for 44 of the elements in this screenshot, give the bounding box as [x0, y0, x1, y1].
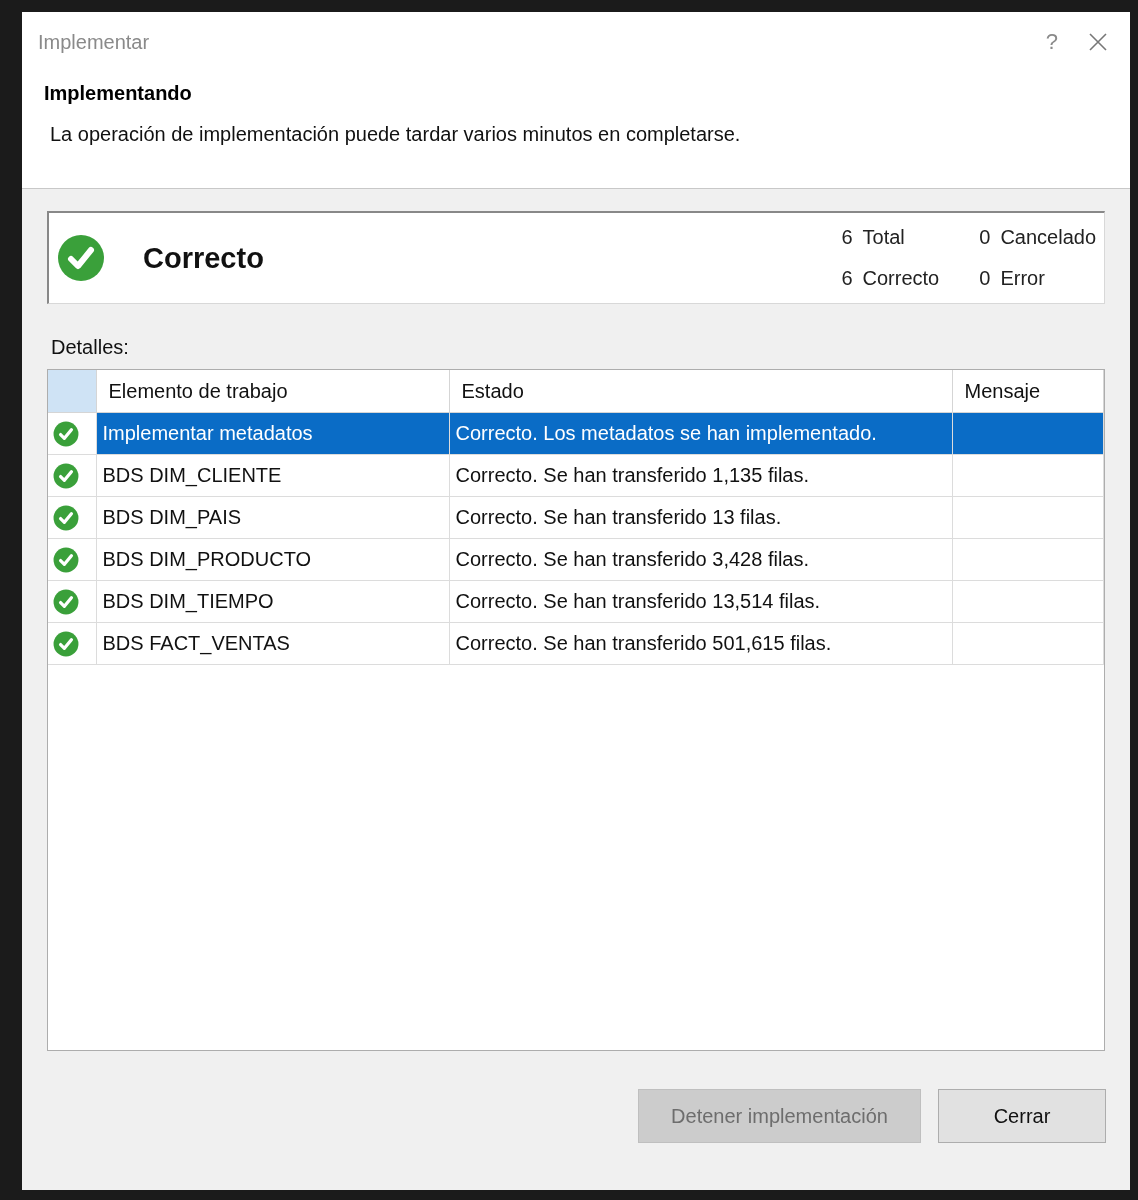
check-icon	[53, 462, 79, 489]
table-cell: Correcto. Los metadatos se han implementado.	[449, 412, 952, 455]
count-label: Cancelado	[1000, 226, 1096, 249]
table-cell: Correcto. Se han transferido 13,514 filas.	[449, 580, 952, 623]
table-cell: Correcto. Se han transferido 13 filas.	[449, 496, 952, 539]
table-row[interactable]: BDS DIM_PRODUCTO Correcto. Se han transferido 3,428 filas.	[48, 538, 1104, 581]
column-header[interactable]: Estado	[449, 370, 952, 413]
count-value: 0	[979, 267, 991, 290]
header-title: Implementando	[44, 82, 193, 105]
column-header[interactable]: Mensaje	[952, 370, 1104, 413]
table-cell: Correcto. Se han transferido 3,428 filas.	[449, 538, 952, 581]
table-row[interactable]: Implementar metadatos Correcto. Los metadatos se han implementado.	[48, 412, 1104, 455]
details-label: Detalles:	[51, 336, 130, 359]
check-icon	[53, 546, 79, 573]
table-cell: BDS DIM_TIEMPO	[96, 580, 449, 623]
table-cell: Correcto. Se han transferido 501,615 filas.	[449, 622, 952, 665]
table-cell: BDS DIM_PRODUCTO	[96, 538, 449, 581]
table-row[interactable]: BDS FACT_VENTAS Correcto. Se han transferido 501,615 filas.	[48, 622, 1104, 665]
check-icon	[53, 420, 79, 447]
count-label: Error	[1000, 267, 1045, 290]
dialog-button[interactable]: Cerrar	[938, 1089, 1106, 1143]
count-value: 6	[841, 267, 853, 290]
table-cell: BDS FACT_VENTAS	[96, 622, 449, 665]
count-value: 6	[841, 226, 853, 249]
count-label: Correcto	[862, 267, 940, 290]
window-title: Implementar	[38, 30, 151, 54]
table-row[interactable]: BDS DIM_PAIS Correcto. Se han transferido 13 filas.	[48, 496, 1104, 539]
check-icon	[53, 588, 79, 615]
table-cell: Correcto. Se han transferido 1,135 filas.	[449, 454, 952, 497]
close-icon	[1088, 32, 1108, 52]
table-cell: BDS DIM_CLIENTE	[96, 454, 449, 497]
count-value: 0	[979, 226, 991, 249]
check-icon	[53, 630, 79, 657]
table-cell: Implementar metadatos	[96, 412, 449, 455]
description-text: La operación de implementación puede tardar varios minutos en completarse.	[49, 123, 742, 146]
table-row[interactable]: BDS DIM_TIEMPO Correcto. Se han transferido 13,514 filas.	[48, 580, 1104, 623]
help-button[interactable]: ?	[1021, 29, 1082, 55]
count-label: Total	[862, 226, 905, 249]
column-header[interactable]: Elemento de trabajo	[96, 370, 449, 413]
table-cell: BDS DIM_PAIS	[96, 496, 449, 539]
check-icon	[53, 504, 79, 531]
check-icon	[57, 234, 105, 282]
table-row[interactable]: BDS DIM_CLIENTE Correcto. Se han transferido 1,135 filas.	[48, 454, 1104, 497]
status-label: Correcto	[143, 241, 265, 275]
